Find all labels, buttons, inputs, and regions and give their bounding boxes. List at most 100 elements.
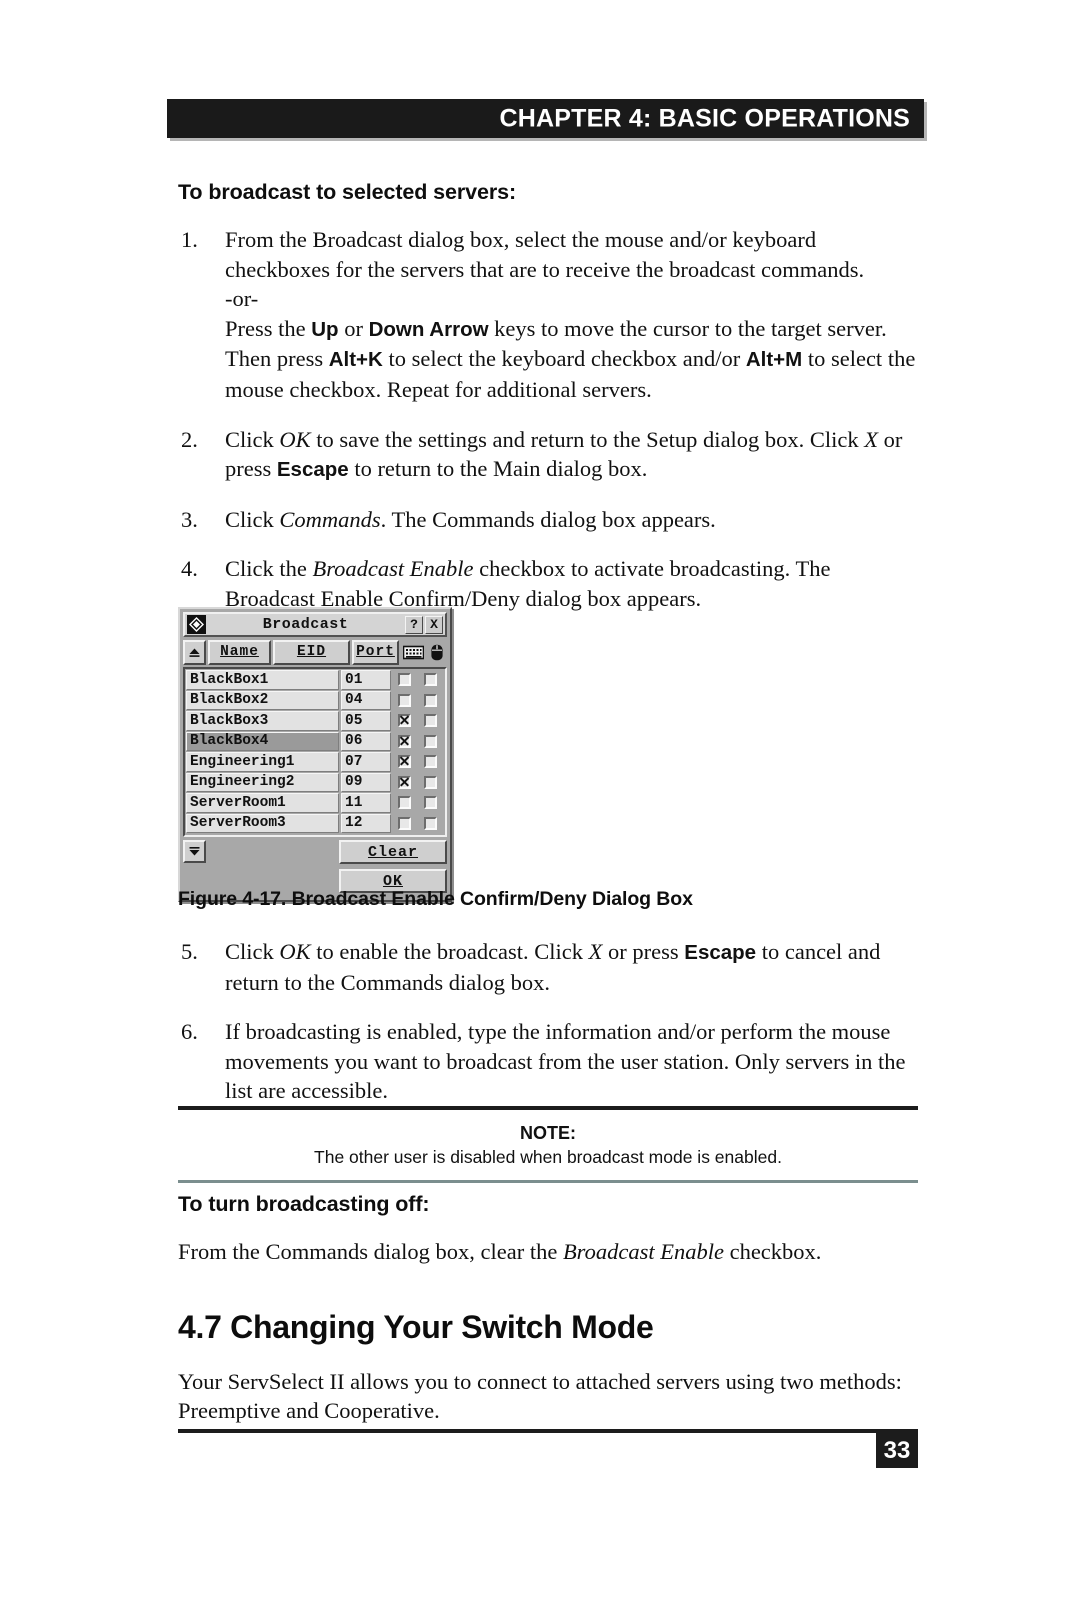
ref-x: X	[864, 426, 879, 452]
step-1-text-a: From the Broadcast dialog box, select th…	[225, 227, 865, 282]
note-rule-top	[178, 1106, 918, 1110]
keyboard-checkbox[interactable]	[397, 693, 411, 707]
ref-commands: Commands	[279, 506, 381, 532]
mouse-checkbox[interactable]	[424, 775, 438, 789]
key-alt-m: Alt+M	[745, 348, 803, 372]
row-checkboxes	[391, 731, 444, 751]
dialog-title: Broadcast	[262, 616, 349, 633]
step-1-text-e: to select the keyboard checkbox and/or	[382, 346, 746, 372]
clear-button-label: Clear	[367, 843, 418, 861]
row-name: ServerRoom3	[186, 813, 339, 833]
row-name: ServerRoom1	[186, 793, 339, 813]
step-number: 2.	[181, 426, 198, 452]
document-page: CHAPTER 4: BASIC OPERATIONS To broadcast…	[0, 0, 1080, 1612]
step-2-text-b: to save the settings and return to the S…	[310, 426, 865, 452]
row-name: BlackBox3	[186, 711, 339, 731]
column-header-eid[interactable]: EID	[273, 640, 350, 665]
row-name: Engineering1	[186, 752, 339, 772]
mouse-checkbox[interactable]	[424, 673, 438, 687]
row-name: BlackBox1	[186, 670, 339, 690]
mouse-checkbox[interactable]	[424, 714, 438, 728]
step-3-paragraph: Click Commands. The Commands dialog box …	[225, 505, 918, 535]
step-2-paragraph: Click OK to save the settings and return…	[225, 425, 918, 485]
table-row[interactable]: ServerRoom1 11	[186, 793, 444, 813]
dialog-titlebar: Broadcast ? X	[183, 612, 447, 637]
column-header-name[interactable]: Name	[208, 640, 271, 665]
chapter-title: CHAPTER 4: BASIC OPERATIONS	[499, 104, 910, 132]
step-item-6: 6. If broadcasting is enabled, type the …	[178, 1017, 921, 1106]
keyboard-icon	[401, 640, 425, 665]
key-escape: Escape	[276, 458, 349, 482]
step-2-text-a: Click	[225, 426, 280, 452]
keyboard-checkbox[interactable]	[397, 734, 411, 748]
row-checkboxes	[391, 813, 444, 833]
key-alt-k: Alt+K	[328, 348, 383, 372]
clear-button[interactable]: Clear	[339, 840, 447, 864]
column-header-port[interactable]: Port	[352, 640, 399, 665]
mouse-checkbox[interactable]	[424, 734, 438, 748]
ref-broadcast-enable: Broadcast Enable	[562, 1239, 724, 1264]
step-1-text-c: or	[338, 315, 369, 341]
mouse-checkbox[interactable]	[424, 816, 438, 830]
keyboard-checkbox[interactable]	[397, 673, 411, 687]
row-checkboxes	[391, 690, 444, 710]
keyboard-checkbox[interactable]	[397, 775, 411, 789]
scroll-up-button[interactable]	[183, 640, 206, 665]
step-2-text-d: to return to the Main dialog box.	[348, 456, 648, 482]
turn-off-text-b: checkbox.	[723, 1239, 822, 1264]
column-header-port-label: Port	[356, 644, 395, 661]
broadcast-section-continued: 5. Click OK to enable the broadcast. Cli…	[178, 937, 921, 1126]
table-row[interactable]: BlackBox4 06	[186, 731, 444, 751]
figure-broadcast-dialog: Broadcast ? X Name EID Port BlackBox1 01…	[178, 607, 452, 902]
row-checkboxes	[391, 670, 444, 690]
key-down-arrow: Down Arrow	[368, 317, 489, 341]
step-item-3: 3. Click Commands. The Commands dialog b…	[178, 505, 918, 535]
table-row[interactable]: BlackBox2 04	[186, 690, 444, 710]
help-button[interactable]: ?	[405, 615, 423, 634]
keyboard-checkbox[interactable]	[397, 796, 411, 810]
step-5-text-a: Click	[225, 939, 280, 964]
row-eid: 05	[341, 711, 391, 731]
step-number: 6.	[181, 1019, 198, 1045]
lower-section: To turn broadcasting off: From the Comma…	[178, 1192, 918, 1426]
keyboard-checkbox[interactable]	[397, 816, 411, 830]
mouse-checkbox[interactable]	[424, 796, 438, 810]
keyboard-checkbox[interactable]	[397, 714, 411, 728]
step-item-1: 1. From the Broadcast dialog box, select…	[178, 225, 918, 405]
ref-broadcast-enable: Broadcast Enable	[312, 556, 474, 582]
row-eid: 12	[341, 813, 391, 833]
ref-ok: OK	[279, 939, 311, 964]
ref-ok: OK	[279, 426, 311, 452]
broadcast-dialog: Broadcast ? X Name EID Port BlackBox1 01…	[178, 607, 452, 902]
column-header-name-label: Name	[220, 644, 259, 661]
steps-list-lower: 5. Click OK to enable the broadcast. Cli…	[178, 937, 921, 1106]
table-row[interactable]: BlackBox1 01	[186, 670, 444, 690]
step-5-paragraph: Click OK to enable the broadcast. Click …	[225, 937, 921, 997]
steps-list-upper: 1. From the Broadcast dialog box, select…	[178, 225, 918, 614]
step-item-2: 2. Click OK to save the settings and ret…	[178, 425, 918, 485]
table-row[interactable]: ServerRoom3 12	[186, 813, 444, 833]
figure-caption: Figure 4-17. Broadcast Enable Confirm/De…	[178, 888, 693, 910]
key-escape: Escape	[684, 941, 757, 964]
mouse-icon	[427, 640, 447, 665]
row-checkboxes	[391, 752, 444, 772]
scroll-down-button[interactable]	[183, 840, 206, 863]
step-3-text-a: Click	[225, 506, 280, 532]
row-checkboxes	[391, 772, 444, 792]
app-diamond-icon	[187, 615, 206, 634]
table-row[interactable]: Engineering1 07	[186, 752, 444, 772]
keyboard-checkbox[interactable]	[397, 755, 411, 769]
close-button[interactable]: X	[425, 615, 443, 634]
mouse-checkbox[interactable]	[424, 755, 438, 769]
row-name: Engineering2	[186, 772, 339, 792]
turn-off-paragraph: From the Commands dialog box, clear the …	[178, 1237, 918, 1267]
broadcast-heading: To broadcast to selected servers:	[178, 180, 517, 204]
dialog-column-headers: Name EID Port	[183, 640, 447, 665]
table-row[interactable]: BlackBox3 05	[186, 711, 444, 731]
step-1-paragraph-2: Press the Up or Down Arrow keys to move …	[225, 314, 918, 405]
mouse-checkbox[interactable]	[424, 693, 438, 707]
step-5-text-c: or press	[602, 939, 685, 964]
page-number: 33	[883, 1436, 911, 1464]
server-list: BlackBox1 01 BlackBox2 04 BlackBox3 05 B…	[183, 667, 447, 837]
table-row[interactable]: Engineering2 09	[186, 772, 444, 792]
